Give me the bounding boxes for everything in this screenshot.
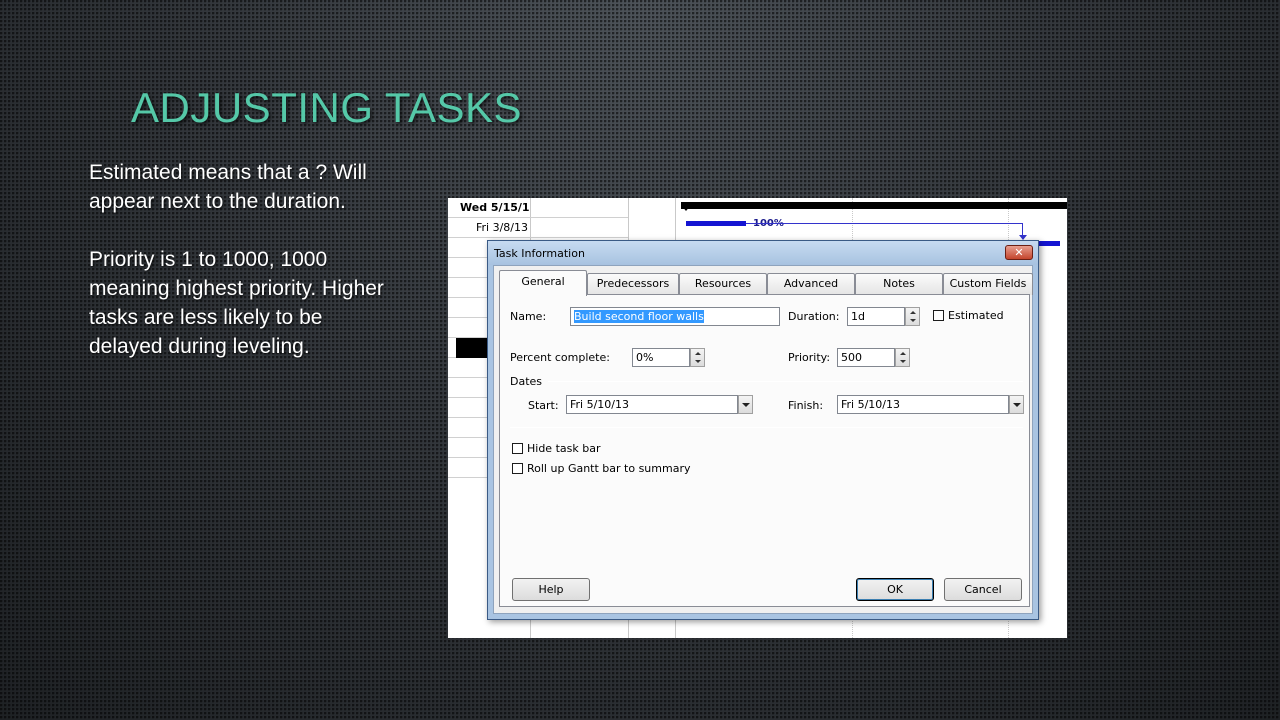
gantt-task-bar <box>1036 241 1060 246</box>
percent-complete-spinner[interactable] <box>690 348 705 367</box>
tab-custom-fields[interactable]: Custom Fields <box>943 273 1033 295</box>
duration-spinner[interactable] <box>905 307 920 326</box>
paragraph-estimated: Estimated means that a ? Will appear nex… <box>89 161 367 213</box>
dates-group-label: Dates <box>510 375 543 388</box>
priority-input[interactable]: 500 <box>837 348 895 367</box>
gantt-link-line <box>746 223 1022 224</box>
dialog-title: Task Information <box>494 247 585 260</box>
dialog-body: General Predecessors Resources Advanced … <box>493 265 1033 614</box>
roll-up-gantt-label: Roll up Gantt bar to summary <box>527 462 691 475</box>
name-input[interactable]: Build second floor walls <box>570 307 780 326</box>
name-label: Name: <box>510 310 547 323</box>
start-date-field[interactable]: Fri 5/10/13 <box>566 395 738 414</box>
table-row: Fri 3/8/13 <box>448 218 628 238</box>
roll-up-gantt-checkbox[interactable] <box>512 463 523 474</box>
options-separator <box>510 427 1023 428</box>
gantt-summary-bar <box>681 202 1067 211</box>
tab-advanced[interactable]: Advanced <box>767 273 855 295</box>
start-label: Start: <box>528 399 559 412</box>
priority-label: Priority: <box>788 351 831 364</box>
name-input-value: Build second floor walls <box>574 310 704 323</box>
cancel-button[interactable]: Cancel <box>944 578 1022 601</box>
percent-complete-input[interactable]: 0% <box>632 348 690 367</box>
finish-date-field[interactable]: Fri 5/10/13 <box>837 395 1009 414</box>
tab-predecessors[interactable]: Predecessors <box>587 273 679 295</box>
project-screenshot: Wed 5/15/13 Fri 3/8/13 We Thu Mon Tue Th… <box>448 198 1067 638</box>
table-row: Wed 5/15/13 <box>448 198 628 218</box>
gantt-task-bar <box>686 221 746 226</box>
priority-spinner[interactable] <box>895 348 910 367</box>
start-date-dropdown-button[interactable] <box>738 395 753 414</box>
hide-task-bar-checkbox[interactable] <box>512 443 523 454</box>
tab-resources[interactable]: Resources <box>679 273 767 295</box>
finish-date-dropdown-button[interactable] <box>1009 395 1024 414</box>
finish-label: Finish: <box>788 399 824 412</box>
ok-button[interactable]: OK <box>856 578 934 601</box>
slide-body: Estimated means that a ? Will appear nex… <box>89 158 389 390</box>
paragraph-priority: Priority is 1 to 1000, 1000 meaning high… <box>89 248 384 358</box>
duration-input[interactable]: 1d <box>847 307 905 326</box>
slide-title: Adjusting Tasks <box>131 84 523 131</box>
tab-general[interactable]: General <box>499 270 587 296</box>
close-icon: ✕ <box>1014 246 1024 259</box>
duration-label: Duration: <box>788 310 840 323</box>
general-tab-panel: Name: Build second floor walls Duration:… <box>499 294 1030 607</box>
close-button[interactable]: ✕ <box>1005 245 1033 260</box>
hide-task-bar-label: Hide task bar <box>527 442 601 455</box>
dialog-titlebar[interactable]: Task Information ✕ <box>488 241 1038 265</box>
dates-separator <box>548 381 1023 382</box>
task-information-dialog: Task Information ✕ General Predecessors … <box>487 240 1039 620</box>
help-button[interactable]: Help <box>512 578 590 601</box>
estimated-checkbox[interactable] <box>933 310 944 321</box>
tab-notes[interactable]: Notes <box>855 273 943 295</box>
percent-complete-label: Percent complete: <box>510 351 610 364</box>
estimated-label: Estimated <box>948 309 1004 322</box>
